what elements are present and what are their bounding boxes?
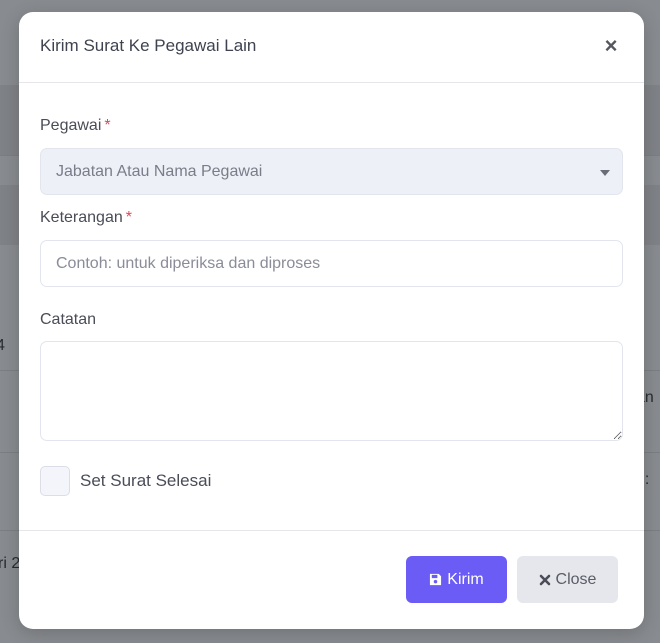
pegawai-label-text: Pegawai [40, 117, 102, 134]
kirim-button-label: Kirim [447, 570, 484, 588]
pegawai-select[interactable]: Jabatan Atau Nama Pegawai [40, 148, 623, 195]
backdrop-text: 4 [0, 337, 5, 354]
send-letter-modal: Kirim Surat Ke Pegawai Lain × Pegawai * J… [19, 12, 644, 629]
required-mark: * [125, 209, 132, 226]
close-icon[interactable]: × [603, 35, 619, 57]
footer-divider [19, 530, 644, 531]
backdrop-text: ri 2 [0, 555, 21, 572]
pegawai-label: Pegawai * [40, 117, 111, 135]
chevron-down-icon [600, 170, 610, 176]
catatan-textarea[interactable] [40, 341, 623, 441]
set-selesai-label: Set Surat Selesai [80, 471, 212, 490]
close-button-label: Close [555, 570, 597, 588]
required-mark: * [104, 117, 111, 134]
keterangan-label-text: Keterangan [40, 209, 123, 226]
close-button[interactable]: Close [517, 556, 618, 603]
keterangan-input[interactable] [40, 240, 623, 287]
modal-header: Kirim Surat Ke Pegawai Lain × [19, 12, 644, 83]
modal-title: Kirim Surat Ke Pegawai Lain [40, 36, 257, 55]
save-icon [429, 573, 442, 586]
catatan-label: Catatan [40, 311, 97, 328]
pegawai-select-placeholder: Jabatan Atau Nama Pegawai [56, 163, 263, 180]
kirim-button[interactable]: Kirim [406, 556, 507, 603]
keterangan-label: Keterangan * [40, 209, 132, 227]
set-selesai-checkbox[interactable] [40, 466, 70, 496]
times-icon [539, 574, 551, 586]
